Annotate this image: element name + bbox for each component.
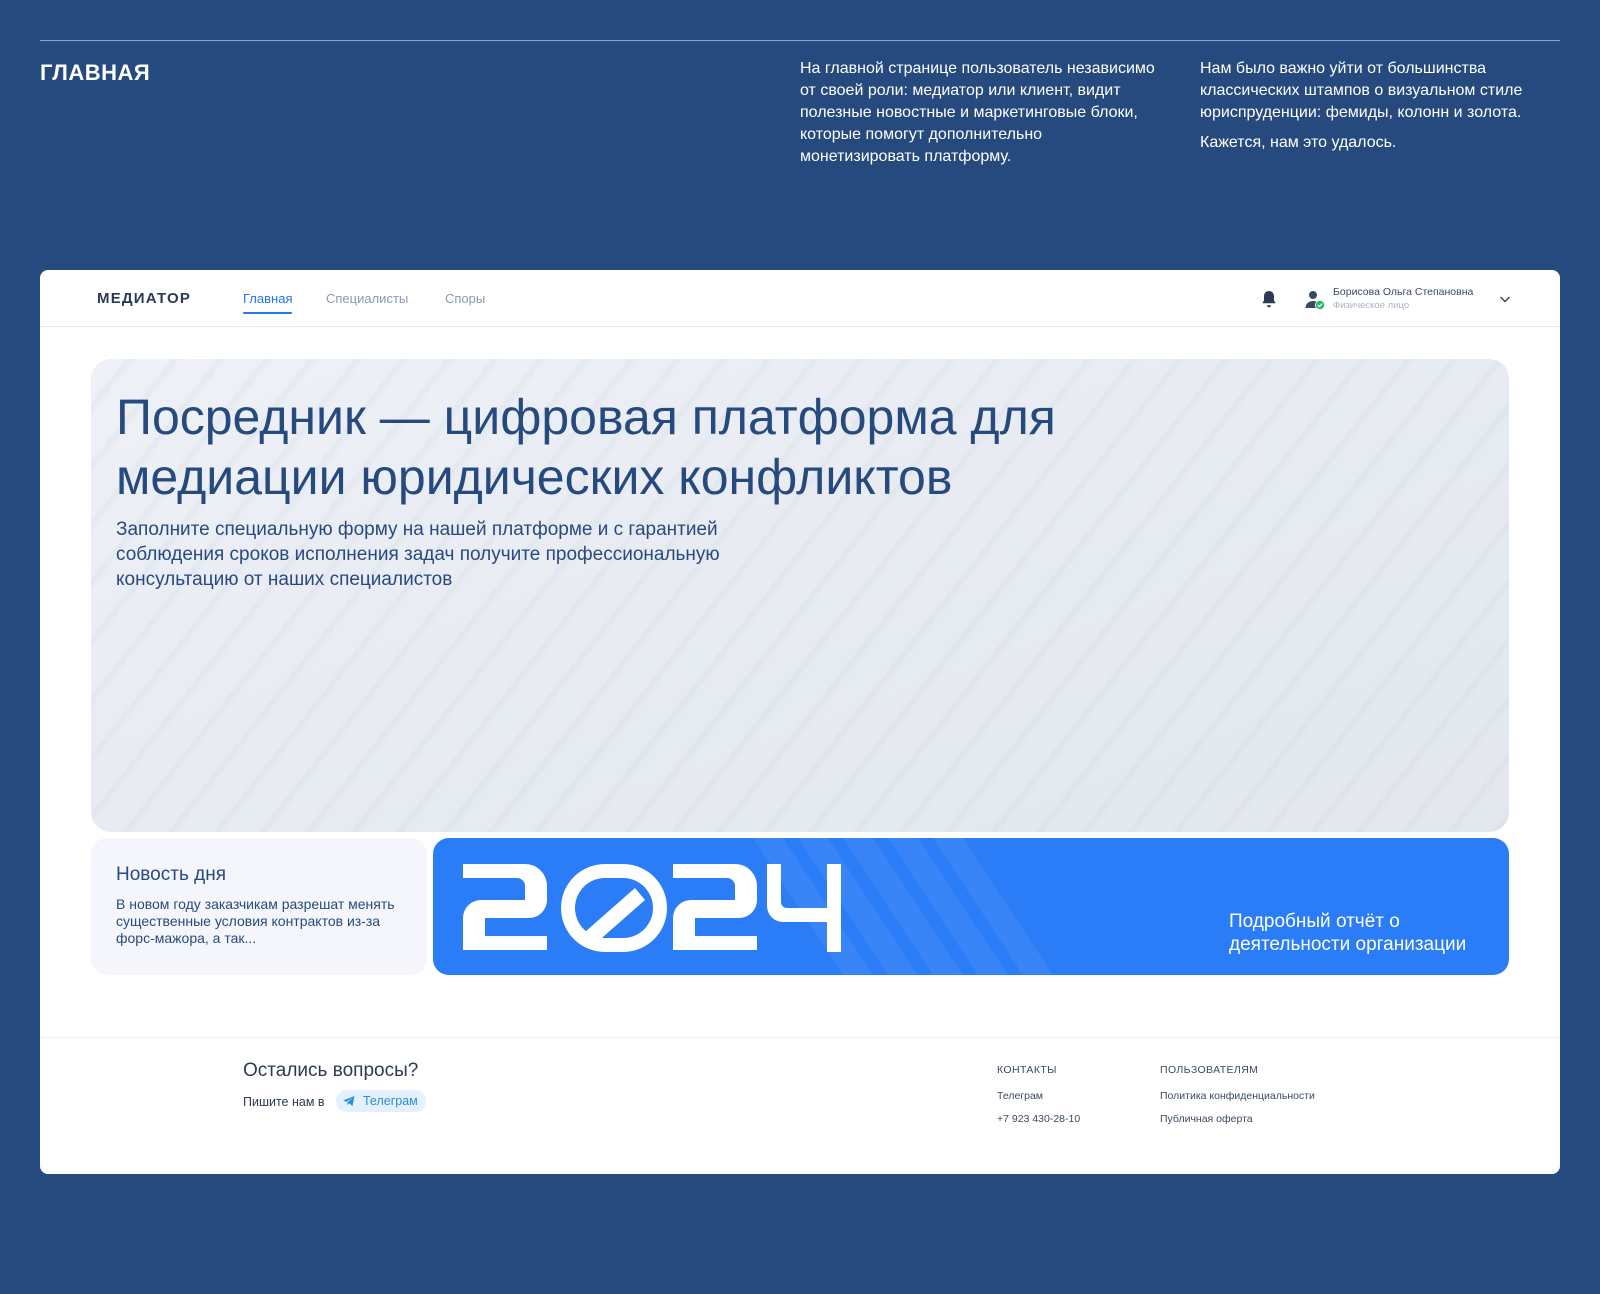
bell-icon[interactable] [1260,289,1278,309]
chevron-down-icon[interactable] [1498,292,1512,306]
privacy-policy-link[interactable]: Политика конфиденциальности [1160,1090,1315,1102]
news-title: Новость дня [116,864,226,885]
description-left: На главной странице пользователь независ… [800,58,1165,168]
news-of-the-day-card[interactable]: Новость дня В новом году заказчикам разр… [91,838,427,975]
user-verified-icon[interactable] [1304,289,1326,311]
description-paragraph: Нам было важно уйти от большинства класс… [1200,60,1523,121]
tab-disputes[interactable]: Споры [445,291,485,306]
public-offer-link[interactable]: Публичная оферта [1160,1113,1253,1125]
top-navbar: МЕДИАТОР Главная Специалисты Споры Борис… [40,270,1560,327]
contacts-phone-link[interactable]: +7 923 430-28-10 [997,1113,1080,1125]
annual-report-banner[interactable]: 2024 Подробный отчёт о деятельности орга… [433,838,1509,975]
contacts-telegram-link[interactable]: Телеграм [997,1090,1043,1102]
section-title: ГЛАВНАЯ [40,60,151,85]
description-right: Нам было важно уйти от большинства класс… [1200,58,1560,154]
description-paragraph: Кажется, нам это удалось. [1200,134,1397,151]
year-2024-logo: 2024 [463,864,841,952]
footer-write-us: Пишите нам в [243,1095,325,1109]
user-name[interactable]: Борисова Ольга Степановна [1333,286,1473,298]
hero-subtitle: Заполните специальную форму на нашей пла… [116,519,720,590]
telegram-button[interactable]: Телеграм [336,1090,426,1112]
top-divider [40,40,1560,41]
contacts-heading: КОНТАКТЫ [997,1064,1057,1076]
promo-text: Подробный отчёт о деятельности организац… [1229,911,1467,955]
tab-main[interactable]: Главная [243,291,293,314]
footer-question: Остались вопросы? [243,1060,419,1081]
footer: Остались вопросы? Пишите нам в Телеграм … [40,1037,1560,1174]
news-text: В новом году заказчикам разрешат менять … [116,896,395,946]
description-paragraph: На главной странице пользователь независ… [800,60,1155,165]
user-role: Физическое лицо [1333,300,1410,311]
logo[interactable]: МЕДИАТОР [97,290,191,307]
hero-title: Посредник — цифровая платформа для медиа… [116,389,1056,505]
app-window: МЕДИАТОР Главная Специалисты Споры Борис… [40,270,1560,1174]
telegram-button-label: Телеграм [363,1094,418,1108]
tab-specialists[interactable]: Специалисты [326,291,408,306]
telegram-icon [343,1096,355,1106]
hero-banner: Посредник — цифровая платформа для медиа… [91,359,1509,832]
users-heading: ПОЛЬЗОВАТЕЛЯМ [1160,1064,1259,1076]
